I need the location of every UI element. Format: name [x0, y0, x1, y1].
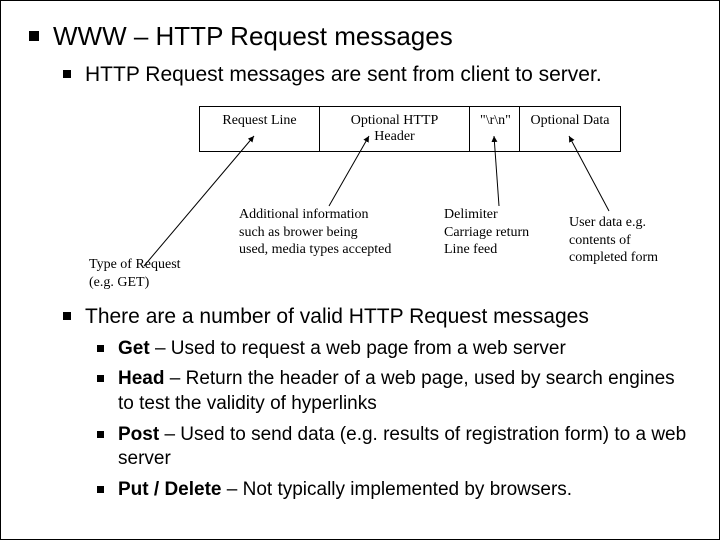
- annotation-delimiter: Delimiter Carriage return Line feed: [444, 206, 529, 259]
- bullet-icon: [97, 431, 104, 438]
- annotation-type: Type of Request (e.g. GET): [89, 256, 181, 291]
- list-item-text: Post – Used to send data (e.g. results o…: [118, 423, 691, 472]
- bullet-icon: [63, 312, 71, 320]
- cell-crlf: "\r\n": [470, 107, 520, 151]
- list-item: Post – Used to send data (e.g. results o…: [97, 423, 691, 472]
- term: Head: [118, 368, 164, 389]
- slide-title: WWW – HTTP Request messages: [53, 21, 453, 52]
- term: Put / Delete: [118, 479, 221, 500]
- cell-optional-data: Optional Data: [520, 107, 620, 151]
- message-structure-row: Request Line Optional HTTP Header "\r\n"…: [199, 106, 621, 152]
- http-message-diagram: Request Line Optional HTTP Header "\r\n"…: [89, 106, 691, 296]
- cell-optional-header: Optional HTTP Header: [320, 107, 470, 151]
- slide: WWW – HTTP Request messages HTTP Request…: [1, 1, 719, 503]
- list-item: Head – Return the header of a web page, …: [97, 367, 691, 416]
- bullet-icon: [29, 31, 39, 41]
- list-item: Put / Delete – Not typically implemented…: [97, 478, 691, 503]
- list-item-text: Head – Return the header of a web page, …: [118, 367, 691, 416]
- subpoint-2-text: There are a number of valid HTTP Request…: [85, 304, 589, 330]
- bullet-icon: [97, 375, 104, 382]
- annotation-userdata: User data e.g. contents of completed for…: [569, 214, 658, 267]
- bullet-icon: [97, 486, 104, 493]
- title-row: WWW – HTTP Request messages: [29, 21, 691, 62]
- desc: – Used to send data (e.g. results of reg…: [118, 424, 686, 470]
- list-item: Get – Used to request a web page from a …: [97, 337, 691, 362]
- subpoint-2: There are a number of valid HTTP Request…: [63, 304, 691, 330]
- cell-request-line: Request Line: [200, 107, 320, 151]
- list-item-text: Get – Used to request a web page from a …: [118, 337, 566, 362]
- bullet-icon: [97, 345, 104, 352]
- subpoint-1-text: HTTP Request messages are sent from clie…: [85, 62, 602, 88]
- bullet-icon: [63, 70, 71, 78]
- desc: – Not typically implemented by browsers.: [221, 479, 572, 500]
- subpoint-1: HTTP Request messages are sent from clie…: [63, 62, 691, 88]
- list-item-text: Put / Delete – Not typically implemented…: [118, 478, 572, 503]
- term: Post: [118, 424, 159, 445]
- arrow-type: [144, 136, 254, 266]
- annotation-additional: Additional information such as brower be…: [239, 206, 391, 259]
- term: Get: [118, 338, 150, 359]
- desc: – Return the header of a web page, used …: [118, 368, 675, 414]
- desc: – Used to request a web page from a web …: [150, 338, 566, 359]
